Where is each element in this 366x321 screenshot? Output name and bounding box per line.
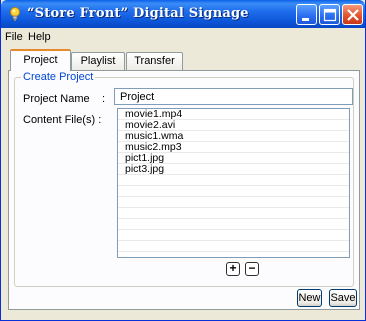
empty-list-row[interactable] [118,175,349,186]
tab-playlist[interactable]: Playlist [71,52,125,70]
add-file-button[interactable]: + [226,262,240,276]
app-icon [10,7,20,21]
content-files-list[interactable]: movie1.mp4 movie2.avi music1.wma music2.… [117,108,350,258]
remove-file-button[interactable]: − [245,262,259,276]
save-button[interactable]: Save [329,289,357,307]
maximize-button[interactable] [319,4,340,25]
empty-list-row[interactable] [118,230,349,241]
empty-list-row[interactable] [118,219,349,230]
tab-project[interactable]: Project [10,49,71,71]
maximize-icon [323,8,337,22]
tab-transfer[interactable]: Transfer [126,52,183,70]
menu-help[interactable]: Help [28,31,51,43]
app-window: “Store Front” Digital Signage File Help … [0,0,366,321]
menu-bar: File Help [1,28,365,46]
close-icon [347,9,359,21]
content-files-label: Content File(s) : [23,114,102,126]
empty-list-row[interactable] [118,241,349,252]
project-name-colon: : [102,93,106,105]
project-name-label: Project Name [23,93,90,105]
window-title: “Store Front” Digital Signage [27,6,249,21]
empty-list-row[interactable] [118,208,349,219]
new-button[interactable]: New [297,289,322,307]
minimize-button[interactable] [296,4,317,25]
empty-list-row[interactable] [118,197,349,208]
empty-list-row[interactable] [118,186,349,197]
menu-file[interactable]: File [5,31,23,43]
minimize-icon [302,18,309,21]
close-button[interactable] [342,4,363,25]
list-item[interactable]: pict3.jpg [118,164,349,175]
project-name-input[interactable] [114,88,353,105]
title-bar[interactable]: “Store Front” Digital Signage [1,0,365,28]
group-legend: Create Project [21,71,96,83]
